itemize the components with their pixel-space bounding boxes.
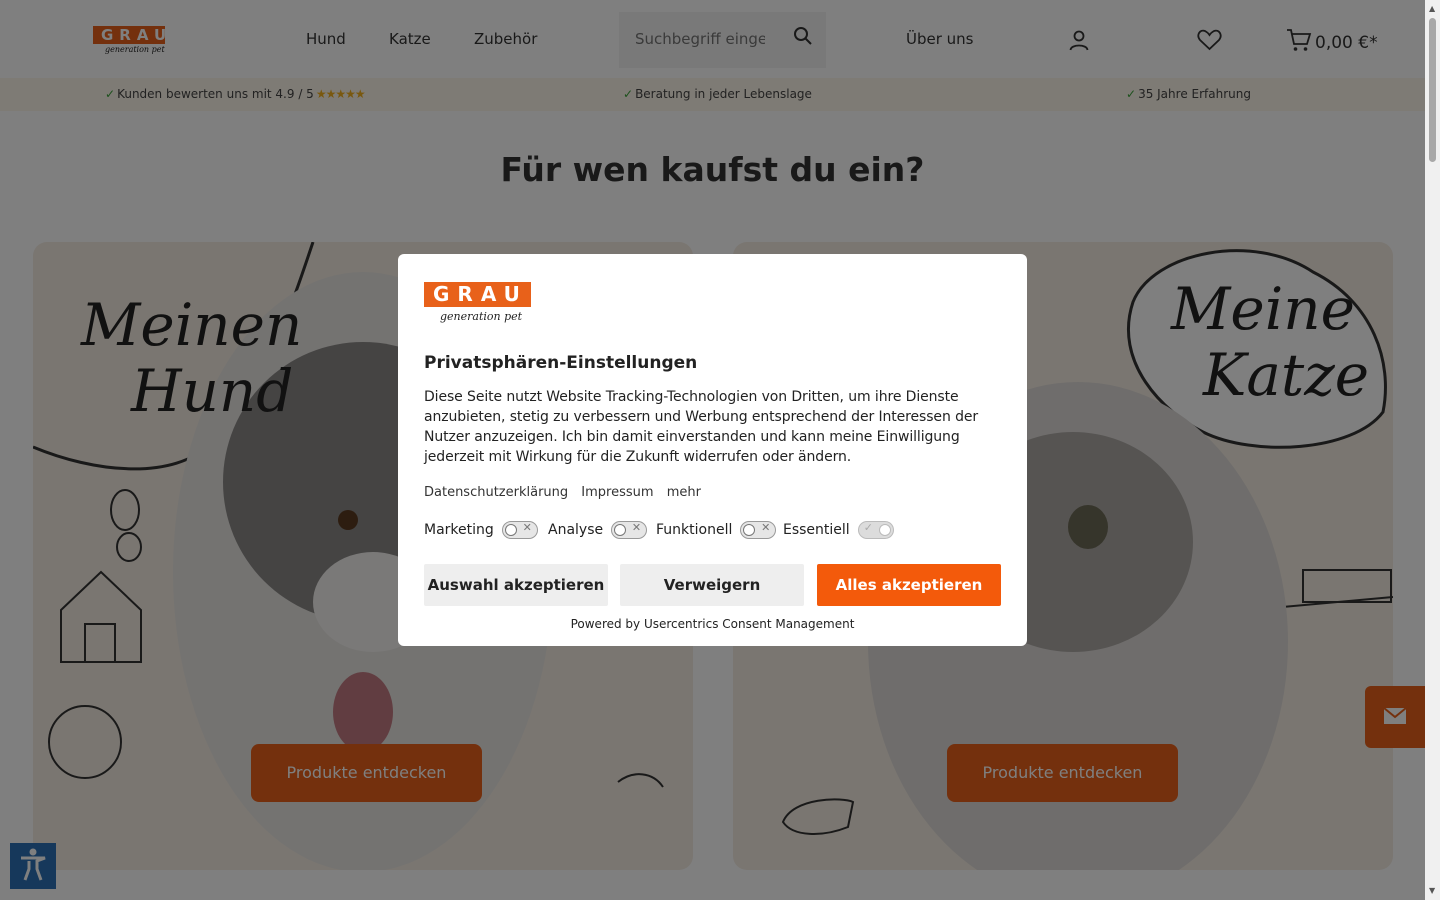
toggle-funktionell-switch[interactable]: ✕ <box>740 521 777 539</box>
scroll-up-arrow-icon[interactable]: ▲ <box>1429 4 1435 13</box>
more-link[interactable]: mehr <box>667 485 701 500</box>
dialog-logo-tagline: generation pet <box>440 310 523 323</box>
toggle-marketing-label: Marketing <box>424 522 494 538</box>
toggle-funktionell[interactable]: Funktionell ✕ <box>656 521 777 539</box>
x-icon: ✕ <box>631 521 642 534</box>
dialog-body-text: Diese Seite nutzt Website Tracking-Techn… <box>424 389 979 465</box>
scrollbar-thumb[interactable] <box>1429 18 1436 162</box>
toggle-analyse-label: Analyse <box>548 522 604 538</box>
check-icon: ✓ <box>863 521 873 534</box>
toggle-funktionell-label: Funktionell <box>656 522 733 538</box>
dialog-logo-wordmark: GRAU <box>424 282 531 307</box>
toggle-analyse[interactable]: Analyse ✕ <box>548 521 648 539</box>
toggle-essentiell: Essentiell ✓ <box>783 521 894 539</box>
toggle-analyse-switch[interactable]: ✕ <box>611 521 648 539</box>
accept-selection-button[interactable]: Auswahl akzeptieren <box>424 564 608 606</box>
toggle-essentiell-label: Essentiell <box>783 522 850 538</box>
toggle-marketing[interactable]: Marketing ✕ <box>424 521 538 539</box>
powered-by-text: Powered by Usercentrics Consent Manageme… <box>570 617 855 631</box>
deny-button[interactable]: Verweigern <box>620 564 804 606</box>
dialog-title: Privatsphären-Einstellungen <box>424 353 698 373</box>
page-scrollbar[interactable]: ▲ ▼ <box>1425 0 1440 900</box>
toggle-marketing-switch[interactable]: ✕ <box>501 521 538 539</box>
dialog-links: Datenschutzerklärung Impressum mehr <box>424 485 710 500</box>
toggle-essentiell-switch: ✓ <box>857 521 894 539</box>
privacy-consent-dialog: GRAU generation pet Privatsphären-Einste… <box>398 254 1027 646</box>
scroll-down-arrow-icon[interactable]: ▼ <box>1429 886 1435 895</box>
x-icon: ✕ <box>522 521 532 534</box>
privacy-policy-link[interactable]: Datenschutzerklärung <box>424 485 568 500</box>
imprint-link[interactable]: Impressum <box>581 485 653 500</box>
x-icon: ✕ <box>761 521 771 534</box>
accept-all-button[interactable]: Alles akzeptieren <box>817 564 1001 606</box>
dialog-logo: GRAU generation pet <box>424 282 531 323</box>
